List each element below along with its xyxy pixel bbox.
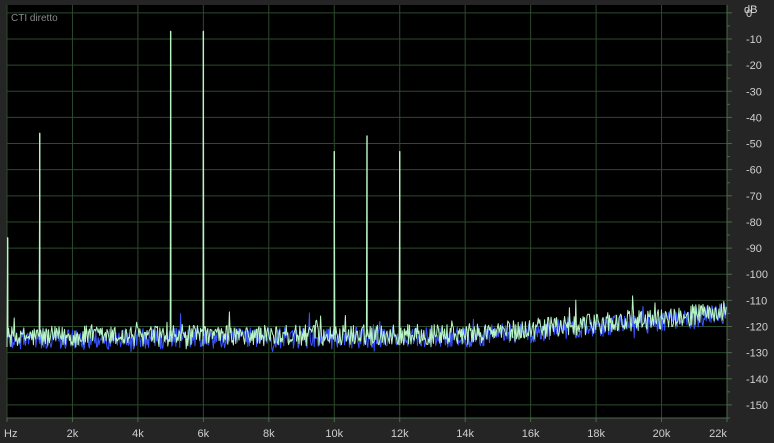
y-unit-label: dB — [744, 4, 757, 16]
y-tick-label: -30 — [746, 86, 762, 98]
y-tick-label: -110 — [746, 295, 767, 307]
y-tick-label: -100 — [746, 269, 768, 281]
x-tick-label: 22k — [709, 428, 727, 440]
y-tick-label: -120 — [746, 322, 768, 334]
x-tick-label: 8k — [263, 428, 275, 440]
y-tick-label: -60 — [746, 165, 762, 177]
x-tick-label: 4k — [132, 428, 144, 440]
x-tick-label: 10k — [325, 428, 343, 440]
y-tick-label: -70 — [746, 191, 762, 203]
x-tick-label: 14k — [456, 428, 474, 440]
x-tick-label: 12k — [391, 428, 409, 440]
spectrum-analyzer-chart: Hz 2k 4k 6k 8k 10k 12k 14k 16k 18k 20k 22k 0-10-20-… — [0, 0, 774, 443]
x-tick-label: 16k — [522, 428, 540, 440]
x-tick-label: 18k — [587, 428, 605, 440]
x-tick-label: 20k — [653, 428, 671, 440]
y-tick-label: -140 — [746, 374, 768, 386]
x-tick-label: Hz — [4, 428, 17, 440]
y-tick-label: -40 — [746, 112, 762, 124]
x-tick-label: 6k — [198, 428, 210, 440]
y-tick-label: -10 — [746, 34, 762, 46]
y-tick-label: -80 — [746, 217, 762, 229]
y-tick-label: -20 — [746, 60, 762, 72]
x-tick-label: 2k — [67, 428, 79, 440]
y-tick-label: -130 — [746, 348, 768, 360]
y-tick-label: -150 — [746, 400, 768, 412]
y-tick-label: -50 — [746, 139, 762, 151]
chart-title: CTI diretto — [11, 13, 58, 24]
y-tick-label: -90 — [746, 243, 762, 255]
